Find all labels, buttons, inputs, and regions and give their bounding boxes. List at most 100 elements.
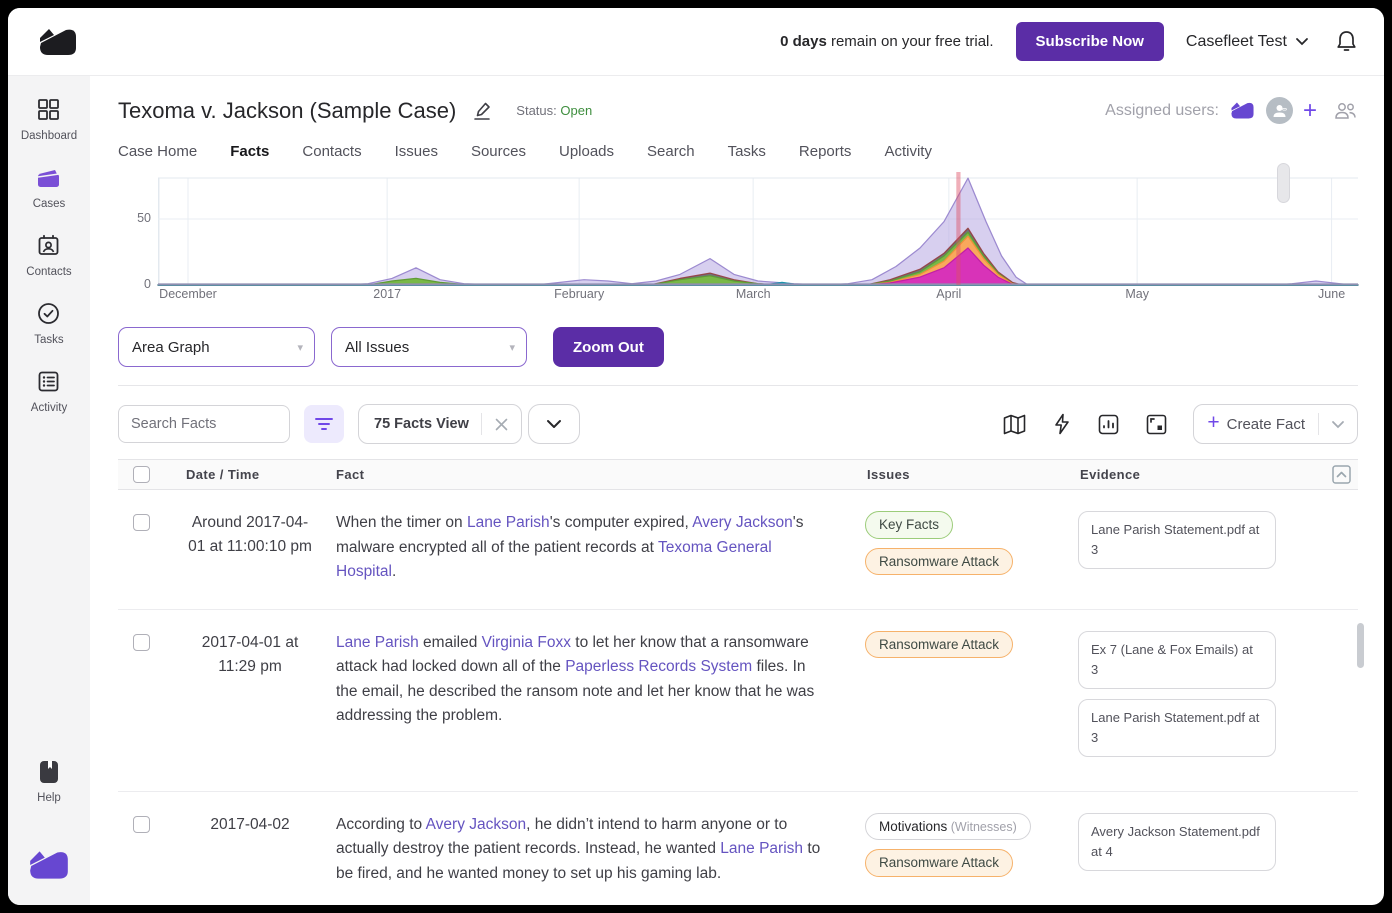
clear-view-icon[interactable] [482,417,521,432]
map-view-icon[interactable] [1003,414,1026,435]
fact-text: Lane Parish emailed Virginia Foxx to let… [336,631,865,767]
fact-row: 2017-04-02According to Avery Jackson, he… [118,792,1358,906]
fact-date: Around 2017-04-01 at 11:00:10 pm [164,511,336,585]
chevron-down-icon [1295,37,1309,46]
chart-x-axis: December2017FebruaryMarchAprilMayJune [158,285,1358,305]
chevron-down-icon: ▾ [297,341,303,354]
graph-type-select[interactable]: Area Graph ▾ [118,327,315,367]
create-fact-dropdown-icon[interactable] [1319,420,1357,429]
column-header-issues[interactable]: Issues [865,467,1078,482]
casefleet-logo-icon[interactable] [26,844,72,891]
zoom-out-button[interactable]: Zoom Out [553,327,664,367]
fullscreen-frame-icon[interactable] [1146,414,1167,435]
briefcase-icon [35,164,63,191]
entity-link[interactable]: Avery Jackson [426,816,527,833]
sidebar-item-contacts[interactable]: Contacts [21,232,77,278]
tab-search[interactable]: Search [647,141,695,162]
tab-sources[interactable]: Sources [471,141,526,162]
fact-issues: Ransomware Attack [865,631,1078,767]
chart-scrollbar-thumb[interactable] [1277,163,1290,203]
issues-filter-select[interactable]: All Issues ▾ [331,327,527,367]
entity-link[interactable]: Lane Parish [467,514,550,531]
sidebar-item-label: Contacts [26,266,71,278]
y-axis-tick-label: 50 [137,211,151,225]
account-menu[interactable]: Casefleet Test [1186,33,1309,51]
views-dropdown-button[interactable] [528,404,580,444]
entity-link[interactable]: Avery Jackson [692,514,793,531]
issue-tag[interactable]: Ransomware Attack [865,631,1013,659]
top-bar: 0 days remain on your free trial. Subscr… [8,8,1384,76]
evidence-chip[interactable]: Lane Parish Statement.pdf at 3 [1078,699,1276,757]
issue-tag[interactable]: Key Facts [865,511,953,539]
issue-tag-note: (Witnesses) [947,820,1016,834]
tab-uploads[interactable]: Uploads [559,141,614,162]
lightning-icon[interactable] [1053,413,1071,435]
search-facts-input[interactable] [118,405,290,443]
fact-date: 2017-04-01 at11:29 pm [164,631,336,767]
sidebar-item-dashboard[interactable]: Dashboard [21,96,77,142]
section-divider [118,385,1358,386]
issue-tag[interactable]: Ransomware Attack [865,849,1013,877]
select-all-checkbox[interactable] [133,466,150,483]
entity-link[interactable]: Paperless Records System [565,658,752,675]
sidebar-item-label: Activity [31,402,67,414]
fact-row: 2017-04-01 at11:29 pmLane Parish emailed… [118,610,1358,792]
sidebar: Dashboard Cases Contacts Tasks Activity Help [8,76,90,905]
notifications-bell-icon[interactable] [1335,29,1358,54]
sidebar-item-tasks[interactable]: Tasks [21,300,77,346]
entity-link[interactable]: Virginia Foxx [482,634,571,651]
status-value: Open [560,103,592,118]
sidebar-item-activity[interactable]: Activity [21,368,77,414]
evidence-chip[interactable]: Ex 7 (Lane & Fox Emails) at 3 [1078,631,1276,689]
facts-table-header: Date / Time Fact Issues Evidence [118,459,1358,490]
assigned-user-avatar[interactable] [1266,97,1293,124]
fact-checkbox[interactable] [133,514,150,531]
chart-y-axis: 500 [118,167,158,285]
subscribe-now-button[interactable]: Subscribe Now [1016,22,1164,61]
column-header-date[interactable]: Date / Time [164,467,336,482]
fact-checkbox[interactable] [133,634,150,651]
evidence-chip[interactable]: Avery Jackson Statement.pdf at 4 [1078,813,1276,871]
facts-view-chip[interactable]: 75 Facts View [358,404,522,444]
fact-text: According to Avery Jackson, he didn’t in… [336,813,865,887]
x-axis-tick-label: 2017 [373,287,401,301]
page-scrollbar-thumb[interactable] [1357,623,1364,668]
tab-tasks[interactable]: Tasks [728,141,766,162]
grid-icon [36,96,61,123]
tab-facts[interactable]: Facts [230,141,269,162]
tab-activity[interactable]: Activity [884,141,932,162]
tab-reports[interactable]: Reports [799,141,852,162]
issue-tag[interactable]: Ransomware Attack [865,548,1013,576]
entity-link[interactable]: Lane Parish [336,634,419,651]
assigned-users-label: Assigned users: [1105,102,1219,120]
sidebar-item-label: Cases [33,198,66,210]
entity-link[interactable]: Texoma General Hospital [336,539,772,581]
list-icon [36,368,61,395]
check-circle-icon [36,300,61,327]
collapse-chart-icon[interactable] [1324,465,1358,484]
facts-timeline-chart[interactable]: 500 [118,167,1358,285]
manage-users-icon[interactable] [1333,101,1358,121]
chart-plot-area[interactable] [158,167,1358,285]
casefleet-logo-icon[interactable] [36,22,80,62]
chart-report-icon[interactable] [1098,414,1119,435]
sidebar-item-cases[interactable]: Cases [21,164,77,210]
add-assigned-user-button[interactable]: + [1303,101,1317,121]
tab-case-home[interactable]: Case Home [118,141,197,162]
assigned-user-avatar[interactable] [1229,97,1256,124]
entity-link[interactable]: Lane Parish [720,840,803,857]
issue-tag[interactable]: Motivations (Witnesses) [865,813,1031,841]
x-axis-tick-label: May [1125,287,1149,301]
column-header-fact[interactable]: Fact [336,467,865,482]
edit-case-title-icon[interactable] [472,100,494,122]
evidence-chip[interactable]: Lane Parish Statement.pdf at 3 [1078,511,1276,569]
filter-button[interactable] [304,405,344,443]
create-fact-button[interactable]: + Create Fact [1193,404,1358,444]
fact-date: 2017-04-02 [164,813,336,887]
tab-issues[interactable]: Issues [395,141,438,162]
fact-checkbox[interactable] [133,816,150,833]
tab-contacts[interactable]: Contacts [302,141,361,162]
column-header-evidence[interactable]: Evidence [1078,467,1324,482]
filter-lines-icon [314,416,334,432]
sidebar-item-help[interactable]: Help [36,758,62,804]
